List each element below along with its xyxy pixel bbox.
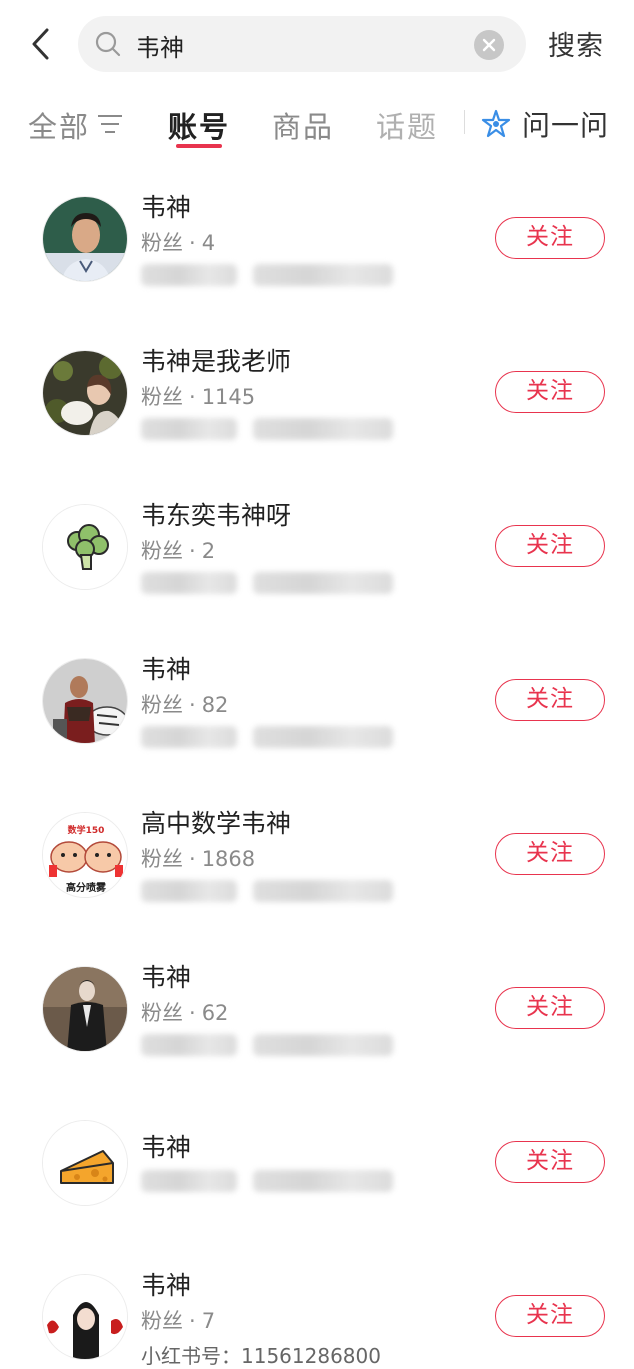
clear-search-button[interactable] — [474, 30, 504, 60]
dark-figure-avatar[interactable] — [42, 966, 128, 1052]
tab-products[interactable]: 商品 — [272, 104, 334, 146]
tab-accounts[interactable]: 账号 — [168, 104, 230, 146]
account-name: 韦神 — [141, 655, 192, 684]
redacted-id-line — [141, 1032, 401, 1056]
account-name: 韦神是我老师 — [141, 347, 292, 376]
fans-count: 粉丝 · 62 — [141, 1001, 229, 1025]
broccoli-avatar[interactable] — [42, 504, 128, 590]
redacted-id-line — [141, 724, 401, 748]
close-icon — [482, 38, 496, 52]
account-row[interactable]: 韦神 粉丝 · 62 关注 — [0, 950, 634, 1100]
active-tab-indicator — [176, 144, 222, 148]
cheese-avatar[interactable] — [42, 1120, 128, 1206]
redacted-id-line — [141, 570, 401, 594]
account-id-line: 小红书号：11561286800 — [141, 1344, 381, 1368]
account-row[interactable]: 韦神 粉丝 · 4 关注 — [0, 180, 634, 330]
fans-count: 粉丝 · 1868 — [141, 847, 256, 871]
redacted-id-line — [141, 1168, 401, 1192]
filter-icon[interactable] — [96, 112, 124, 136]
avatar-math-text: 数学150 — [68, 824, 105, 836]
chevron-left-icon — [32, 28, 49, 60]
search-input[interactable] — [134, 24, 468, 66]
account-name: 韦神 — [141, 1133, 192, 1162]
follow-button[interactable]: 关注 — [495, 679, 605, 721]
warrior-tiger-avatar[interactable] — [42, 658, 128, 744]
account-name: 韦神 — [141, 963, 192, 992]
fans-count: 粉丝 · 4 — [141, 231, 216, 255]
anime-girl-avatar[interactable] — [42, 1274, 128, 1360]
tab-divider — [464, 110, 465, 134]
account-name: 韦东奕韦神呀 — [141, 501, 292, 530]
ask-label: 问一问 — [522, 109, 610, 142]
redacted-id-line — [141, 878, 401, 902]
follow-button[interactable]: 关注 — [495, 833, 605, 875]
follow-button[interactable]: 关注 — [495, 525, 605, 567]
search-icon — [95, 31, 121, 57]
math150-cartoon-avatar[interactable]: 数学150 高分喷雾 — [42, 812, 128, 898]
redacted-id-line — [141, 262, 401, 286]
follow-button[interactable]: 关注 — [495, 1295, 605, 1337]
fans-count: 粉丝 · 82 — [141, 693, 229, 717]
man-portrait-avatar[interactable] — [42, 196, 128, 282]
account-name: 韦神 — [141, 1271, 192, 1300]
account-name: 韦神 — [141, 193, 192, 222]
account-name: 高中数学韦神 — [141, 809, 292, 838]
account-row[interactable]: 韦神 粉丝 · 82 关注 — [0, 642, 634, 792]
tab-topics[interactable]: 话题 — [376, 104, 438, 146]
fans-count: 粉丝 · 1145 — [141, 385, 256, 409]
result-tabs: 全部 账号 商品 话题 问一问 — [0, 96, 634, 156]
back-button[interactable] — [22, 24, 62, 64]
account-row[interactable]: 韦神 关注 — [0, 1104, 634, 1254]
search-submit-button[interactable]: 搜索 — [548, 24, 604, 63]
account-row[interactable]: 韦神是我老师 粉丝 · 1145 关注 — [0, 334, 634, 484]
ai-sparkle-icon — [481, 109, 511, 138]
redacted-id-line — [141, 416, 401, 440]
fans-count: 粉丝 · 2 — [141, 539, 216, 563]
search-box[interactable] — [78, 16, 526, 72]
follow-button[interactable]: 关注 — [495, 371, 605, 413]
account-row[interactable]: 韦神 粉丝 · 7 关注 — [0, 1258, 634, 1360]
woman-with-dog-avatar[interactable] — [42, 350, 128, 436]
follow-button[interactable]: 关注 — [495, 987, 605, 1029]
search-header: 搜索 — [0, 0, 634, 90]
avatar-spray-text: 高分喷雾 — [66, 881, 107, 894]
account-row[interactable]: 韦东奕韦神呀 粉丝 · 2 关注 — [0, 488, 634, 638]
follow-button[interactable]: 关注 — [495, 217, 605, 259]
account-row[interactable]: 数学150 高分喷雾 高中数学韦神 粉丝 · 1868 关注 — [0, 796, 634, 946]
fans-count: 粉丝 · 7 — [141, 1309, 216, 1333]
follow-button[interactable]: 关注 — [495, 1141, 605, 1183]
tab-all[interactable]: 全部 — [28, 104, 90, 146]
